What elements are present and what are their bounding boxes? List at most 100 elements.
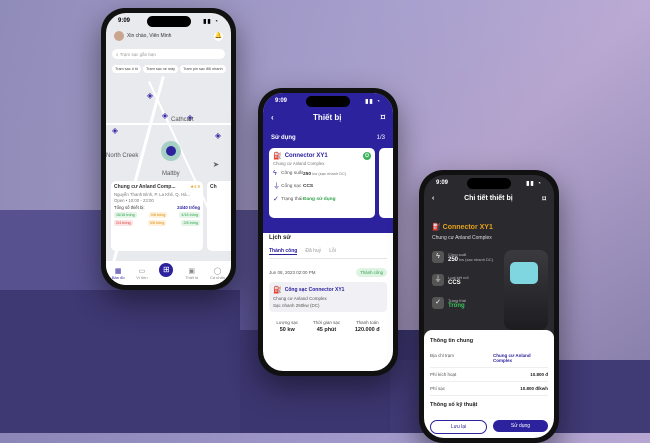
navigate-icon[interactable]: ➤ bbox=[212, 160, 220, 169]
avatar[interactable] bbox=[114, 31, 124, 41]
record-datetime: Jun 08, 2023 02:00 PM bbox=[269, 270, 316, 275]
map-icon: ▦ bbox=[114, 267, 122, 275]
map-label: North Creek bbox=[106, 153, 139, 159]
use-button[interactable]: Sử dụng bbox=[493, 420, 548, 432]
greeting-text: Xin chào, Viên Minh bbox=[127, 33, 172, 39]
history-tabs: Thành công Đã huỷ Lỗi bbox=[269, 248, 387, 259]
stat-value: 120.000 đ bbox=[354, 327, 380, 333]
chip-battery-swap[interactable]: Trạm pin sạc đổi nhanh bbox=[180, 65, 226, 73]
bookmark-icon[interactable]: ⌑ bbox=[381, 113, 385, 122]
signal-icon: ▮▮ ◔ bbox=[365, 99, 381, 105]
tab-map[interactable]: ▦ Bản đồ bbox=[112, 267, 125, 280]
tab-label: Cá nhân bbox=[209, 274, 226, 280]
info-key: Phí kích hoạt bbox=[430, 372, 457, 377]
status-badge: Thành công bbox=[356, 268, 387, 277]
spec-value: CCS bbox=[448, 279, 461, 286]
tab-cancelled[interactable]: Đã huỷ bbox=[305, 248, 321, 255]
spec-value: Đang sử dụng bbox=[303, 196, 336, 202]
record-stats: Lượng sạc 50 kw Thời gian sạc 45 phút Than… bbox=[269, 320, 387, 333]
total-label: Tổng số thiết bị: bbox=[114, 205, 145, 210]
check-icon: ✓ bbox=[273, 196, 279, 203]
device-name: Connector XY1 bbox=[284, 153, 328, 159]
availability-tag: 4/16 trống bbox=[179, 212, 200, 218]
device-card[interactable]: ⛽ Connector XY1 ⏻ Chung cư Anland Comple… bbox=[269, 148, 375, 218]
stat-value: 50 kw bbox=[279, 327, 295, 333]
notch bbox=[467, 178, 511, 189]
station-title: Ch bbox=[210, 184, 217, 190]
info-key: Địa chỉ trạm bbox=[430, 353, 455, 358]
device-title: ⛽ Connector XY1 ⏻ bbox=[273, 152, 371, 160]
bell-icon[interactable]: 🔔 bbox=[214, 31, 223, 41]
spec-power: ϟ Công suất 250 kw (sạc nhanh DC) bbox=[432, 251, 493, 263]
phone-detail-screen: 9:09 ▮▮ ◔ ‹ Chi tiết thiết bị ⌑ ⛽ Connec… bbox=[419, 170, 559, 443]
sheet-title: Thông tin chung bbox=[430, 338, 474, 344]
availability-tag: 0/8 trống bbox=[148, 212, 168, 218]
device-name: Connector XY1 bbox=[442, 224, 493, 231]
device-card-next[interactable] bbox=[379, 148, 393, 218]
map-label: Maltby bbox=[162, 171, 180, 177]
map-label: Cathcart bbox=[171, 117, 194, 123]
tab-label: Ví tiền bbox=[136, 274, 148, 280]
spec-value: CCS bbox=[303, 183, 314, 189]
bottom-tab-bar: ▦ Bản đồ ▭ Ví tiền ⊞ ▣ Thiết bị ◯ Cá nhân bbox=[106, 261, 231, 285]
save-button[interactable]: Lưu lại bbox=[430, 420, 487, 434]
plug-icon: ⏚ bbox=[273, 183, 280, 190]
station-pin-icon[interactable]: ◈ bbox=[214, 131, 222, 140]
phone-map-screen: 9:09 ▮▮ ◔ Xin chào, Viên Minh 🔔 ⌕ Trạm s… bbox=[101, 8, 236, 290]
station-card[interactable]: Ch bbox=[207, 181, 231, 251]
header: ‹ Thiết bị ⌑ bbox=[271, 113, 385, 122]
stat-payment: Thanh toán 120.000 đ bbox=[355, 320, 380, 333]
back-icon[interactable]: ‹ bbox=[432, 195, 434, 203]
station-pin-icon[interactable]: ◈ bbox=[111, 126, 119, 135]
devices-screen: 9:09 ▮▮ ◔ ‹ Thiết bị ⌑ Sử dụng 1/3 ⛽ Con… bbox=[263, 93, 393, 371]
device-title: ⛽ Connector XY1 bbox=[432, 224, 493, 231]
tab-label: Thiết bị bbox=[185, 274, 199, 280]
station-hours: Open • 10:00 - 23:00 bbox=[114, 198, 154, 203]
header: ‹ Chi tiết thiết bị ⌑ bbox=[432, 195, 546, 203]
user-icon: ◯ bbox=[213, 267, 222, 275]
tab-wallet[interactable]: ▭ Ví tiền bbox=[136, 267, 147, 280]
chip-car[interactable]: Trạm sạc ô tô bbox=[112, 65, 142, 73]
history-record[interactable]: Jun 08, 2023 02:00 PM Thành công ⛽ Cổng s… bbox=[269, 268, 387, 356]
station-card[interactable]: Chung cư Anland Comp... ★4.9 Nguyễn Than… bbox=[111, 181, 203, 251]
chip-motorbike[interactable]: Trạm sạc xe máy bbox=[143, 65, 179, 73]
availability-tag: 0/8 trống bbox=[147, 220, 167, 226]
device-icon: ▣ bbox=[188, 267, 195, 275]
bolt-icon: ϟ bbox=[432, 251, 444, 263]
scan-button[interactable]: ⊞ bbox=[159, 263, 174, 277]
station-title: Chung cư Anland Comp... bbox=[114, 184, 176, 190]
station-pin-icon[interactable]: ◈ bbox=[161, 111, 169, 120]
tab-success[interactable]: Thành công bbox=[269, 248, 298, 255]
spec-value: Trống bbox=[448, 302, 465, 309]
info-row: Phí kích hoạt 10.800 đ bbox=[430, 368, 548, 382]
search-input[interactable]: ⌕ Trạm sạc gần bạn bbox=[112, 49, 225, 59]
tab-error[interactable]: Lỗi bbox=[329, 248, 336, 255]
tab-profile[interactable]: ◯ Cá nhân bbox=[210, 267, 225, 280]
availability-tag: 16/16 trống bbox=[114, 212, 137, 218]
section-header: Sử dụng 1/3 bbox=[271, 135, 385, 141]
spec-label: Công suất bbox=[281, 171, 303, 176]
back-icon[interactable]: ‹ bbox=[271, 113, 274, 122]
charger-icon: ⛽ bbox=[273, 153, 282, 160]
station-pin-icon[interactable]: ◈ bbox=[146, 91, 154, 100]
spec-plug: ⏚ Cổng sạc CCS bbox=[273, 181, 371, 191]
wallet-icon: ▭ bbox=[138, 267, 146, 275]
availability-tag: 2/4 trống bbox=[114, 220, 133, 226]
signal-icon: ▮▮ ◔ bbox=[526, 181, 542, 187]
tab-devices[interactable]: ▣ Thiết bị bbox=[185, 267, 198, 280]
background-step bbox=[0, 290, 240, 433]
info-sheet: Thông tin chung Địa chỉ trạm Chung cư Anl… bbox=[424, 330, 554, 438]
charger-image bbox=[504, 250, 548, 330]
info-value[interactable]: Chung cư Anland Complex bbox=[493, 353, 548, 363]
charger-icon: ⛽ bbox=[273, 287, 282, 294]
status-dot-icon: ⏻ bbox=[363, 152, 371, 160]
search-placeholder: Trạm sạc gần bạn bbox=[119, 51, 156, 57]
rating: 4.9 bbox=[194, 184, 200, 189]
spec-label: Trạng thái bbox=[281, 196, 303, 202]
spec-state: ✓ Trạng thái Trống bbox=[432, 297, 466, 309]
bookmark-icon[interactable]: ⌑ bbox=[542, 195, 546, 203]
signal-icon: ▮▮ ◔ bbox=[203, 19, 219, 25]
page-title: Thiết bị bbox=[313, 113, 342, 122]
info-row: Địa chỉ trạm Chung cư Anland Complex bbox=[430, 349, 548, 368]
filter-chips: Trạm sạc ô tô Trạm sạc xe máy Trạm pin s… bbox=[112, 65, 226, 73]
